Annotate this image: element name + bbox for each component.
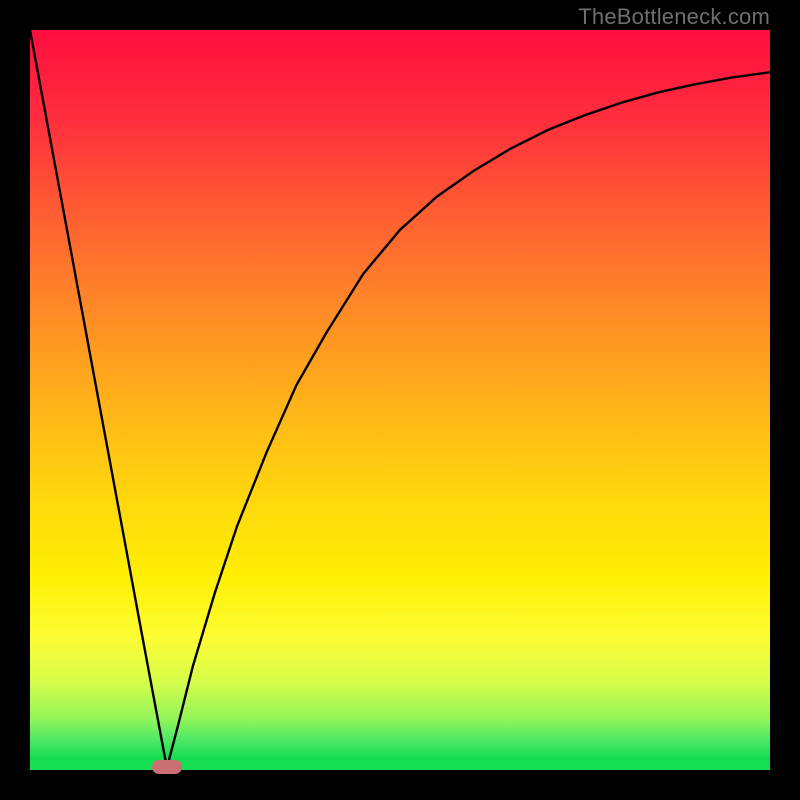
chart-frame: TheBottleneck.com [0, 0, 800, 800]
plot-area [30, 30, 770, 770]
watermark-text: TheBottleneck.com [578, 4, 770, 30]
optimal-marker [152, 760, 182, 774]
bottleneck-curve [30, 30, 770, 770]
